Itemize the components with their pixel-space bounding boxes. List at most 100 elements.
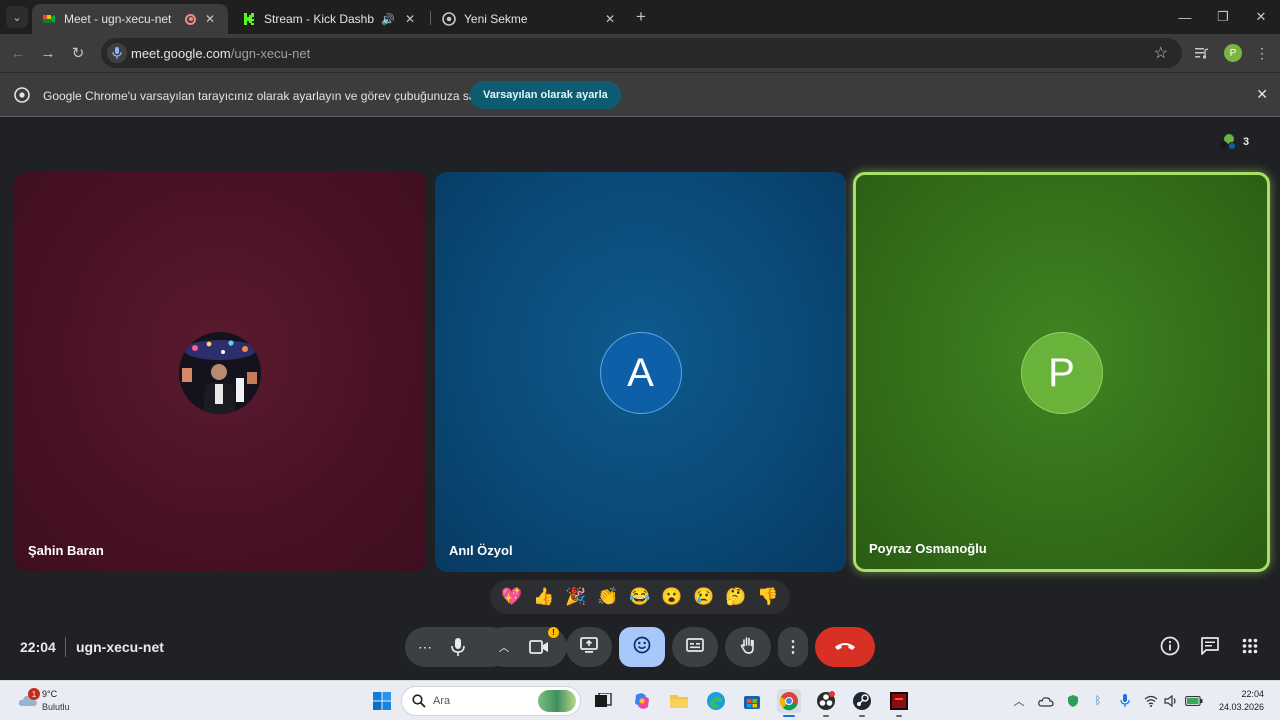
tab-title: Yeni Sekme (464, 12, 528, 26)
default-browser-infobar: Google Chrome'u varsayılan tarayıcınız o… (0, 72, 1280, 117)
taskbar-date: 24.03.2026 (1218, 702, 1264, 712)
battery-icon[interactable] (1185, 693, 1203, 709)
chrome-logo-icon (14, 87, 30, 103)
weather-condition: Bulutlu (42, 702, 70, 712)
app-window-icon[interactable] (887, 689, 911, 717)
onedrive-icon[interactable] (1038, 693, 1054, 709)
browser-toolbar: ← → ↻ meet.google.com/ugn-xecu-net ☆ P ⋮ (0, 34, 1280, 72)
chrome-menu-icon[interactable]: ⋮ (1252, 43, 1272, 63)
bookmark-star-icon[interactable]: ☆ (1154, 43, 1168, 63)
reaction-thumbs-up[interactable]: 👍 (531, 584, 557, 610)
leave-call-button[interactable] (815, 627, 875, 667)
warning-badge-icon: ! (548, 627, 559, 638)
participant-name: Şahin Baran (28, 543, 104, 558)
meet-stage: 3 Şahin Baran A Anıl Özyol P Poyraz Osma… (0, 117, 1280, 680)
browser-tab-strip: ⌄ Meet - ugn-xecu-net ✕ Stream - Kick Da… (0, 0, 1280, 34)
reload-button[interactable]: ↻ (66, 41, 90, 65)
weather-alert-badge: 1 (28, 688, 40, 700)
address-bar[interactable]: meet.google.com/ugn-xecu-net ☆ (101, 38, 1182, 68)
close-tab-icon[interactable]: ✕ (602, 11, 618, 27)
copilot-icon[interactable] (630, 689, 654, 713)
chevron-up-icon[interactable]: ︿ (495, 637, 513, 657)
participant-tile[interactable]: A Anıl Özyol (435, 172, 846, 572)
participant-tile[interactable]: Şahin Baran (14, 172, 426, 572)
taskbar-time: 22:04 (1241, 689, 1264, 699)
reaction-surprised[interactable]: 😮 (659, 584, 685, 610)
steam-icon[interactable] (850, 689, 874, 717)
microsoft-store-icon[interactable] (740, 689, 764, 713)
back-button[interactable]: ← (6, 41, 30, 65)
reaction-crying[interactable]: 😢 (691, 584, 717, 610)
taskbar-search[interactable]: Ara (401, 686, 581, 716)
bluetooth-icon[interactable]: ᛒ (1090, 693, 1106, 709)
mic-icon[interactable] (447, 636, 469, 658)
clock-divider (65, 637, 66, 657)
more-horiz-icon[interactable]: ⋯ (415, 637, 435, 657)
participant-initial-avatar: A (599, 332, 682, 414)
volume-icon[interactable] (1163, 693, 1179, 709)
taskbar-clock[interactable]: 22:04 24.03.2026 (1214, 688, 1264, 714)
meeting-details-button[interactable] (1159, 636, 1181, 659)
camera-control-group: ︿ ! (485, 627, 567, 667)
windows-taskbar: 1 9°C Bulutlu Ara ︿ ᛒ 22:04 24.03.2026 (0, 680, 1280, 720)
maximize-window-button[interactable]: ❐ (1204, 0, 1242, 34)
reaction-laughing[interactable]: 😂 (627, 584, 653, 610)
obs-icon[interactable] (814, 689, 838, 717)
forward-button[interactable]: → (36, 41, 60, 65)
edge-icon[interactable] (704, 689, 728, 713)
close-window-button[interactable]: ✕ (1242, 0, 1280, 34)
url-text: meet.google.com/ugn-xecu-net (131, 46, 311, 61)
tab-meet[interactable]: Meet - ugn-xecu-net ✕ (32, 4, 228, 34)
emoji-reactions-button[interactable] (619, 627, 665, 667)
tab-new[interactable]: Yeni Sekme ✕ (432, 4, 628, 34)
set-default-button[interactable]: Varsayılan olarak ayarla (470, 81, 621, 109)
weather-temp: 9°C (42, 689, 58, 699)
tab-audio-icon[interactable]: 🔊 (380, 11, 396, 27)
captions-button[interactable] (672, 627, 718, 667)
recording-indicator-icon (185, 13, 196, 25)
task-view-icon[interactable] (591, 689, 615, 713)
reactions-bar: 💖 👍 🎉 👏 😂 😮 😢 🤔 👎 (490, 580, 790, 614)
search-placeholder: Ara (433, 695, 451, 707)
close-tab-icon[interactable]: ✕ (202, 11, 218, 27)
windows-start-icon[interactable] (370, 689, 394, 713)
reaction-clapping[interactable]: 👏 (595, 584, 621, 610)
apps-icon (1242, 638, 1258, 659)
participant-photo-avatar (179, 332, 261, 414)
media-controls-icon[interactable] (1192, 43, 1212, 63)
call-end-icon (834, 638, 856, 656)
profile-avatar[interactable]: P (1224, 44, 1242, 62)
more-options-button[interactable]: ⋮ (778, 627, 808, 667)
activities-button[interactable] (1239, 637, 1261, 659)
new-tab-button[interactable]: + (632, 7, 650, 26)
meeting-clock: 22:04 (20, 639, 56, 655)
participants-chip[interactable]: 3 (1219, 130, 1249, 154)
reaction-sparkling-heart[interactable]: 💖 (499, 584, 525, 610)
videocam-icon[interactable] (527, 636, 551, 658)
reaction-thinking[interactable]: 🤔 (723, 584, 749, 610)
security-icon[interactable] (1065, 693, 1081, 709)
tab-search-button[interactable]: ⌄ (6, 6, 28, 28)
captions-icon (686, 637, 704, 657)
close-tab-icon[interactable]: ✕ (402, 11, 418, 27)
close-infobar-icon[interactable]: ✕ (1256, 86, 1268, 103)
participant-name: Anıl Özyol (449, 543, 513, 558)
reaction-party-popper[interactable]: 🎉 (563, 584, 589, 610)
participant-tile-speaking[interactable]: P Poyraz Osmanoğlu (853, 172, 1270, 572)
show-hidden-icons[interactable]: ︿ (1011, 693, 1027, 709)
minimize-window-button[interactable]: — (1166, 0, 1204, 34)
meet-favicon-icon (42, 12, 56, 26)
present-button[interactable] (566, 627, 612, 667)
chrome-taskbar-icon[interactable] (777, 689, 801, 717)
file-explorer-icon[interactable] (667, 689, 691, 713)
wifi-icon[interactable] (1143, 693, 1159, 709)
tab-kick[interactable]: Stream - Kick Dashboard 🔊 ✕ (232, 4, 428, 34)
raise-hand-button[interactable] (725, 627, 771, 667)
chat-button[interactable] (1199, 636, 1221, 661)
mic-tray-icon[interactable] (1117, 693, 1133, 709)
weather-widget[interactable]: 1 9°C Bulutlu (16, 685, 96, 717)
reaction-thumbs-down[interactable]: 👎 (755, 584, 781, 610)
mic-in-use-icon[interactable] (107, 43, 127, 63)
chat-icon (1200, 636, 1220, 661)
participant-name: Poyraz Osmanoğlu (869, 541, 987, 556)
